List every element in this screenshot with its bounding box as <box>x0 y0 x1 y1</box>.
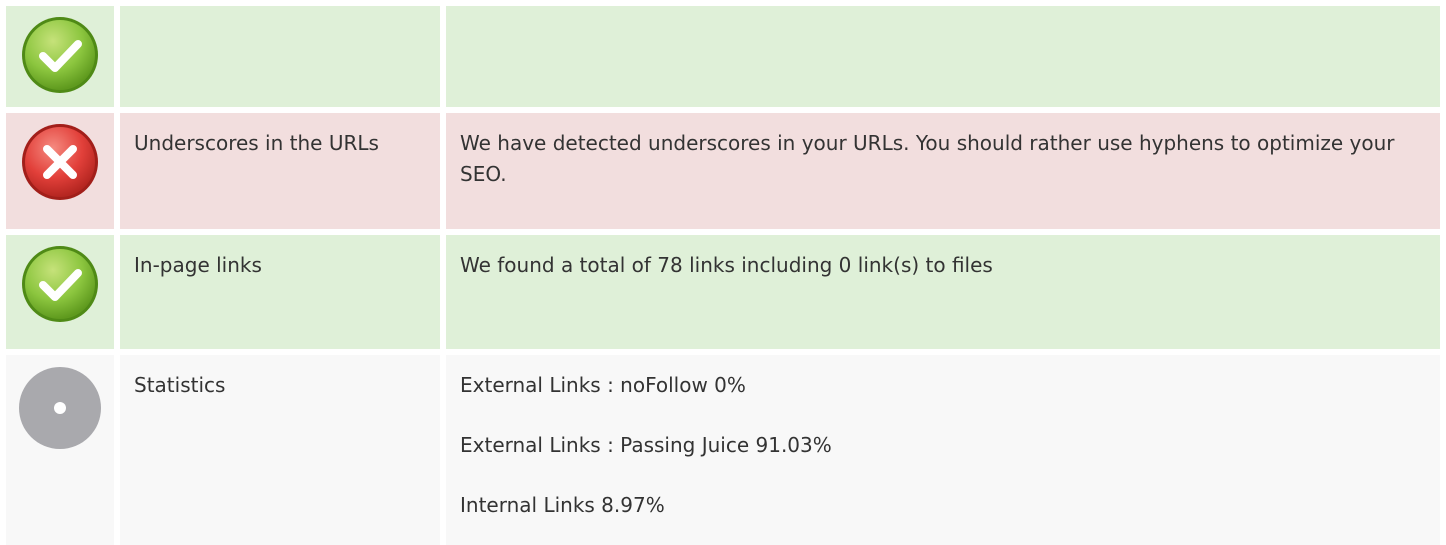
stat-external-passing-juice: External Links : Passing Juice 91.03% <box>460 433 832 457</box>
seo-report-table: Underscores in the URLs We have detected… <box>6 6 1440 545</box>
row-3-value: We found a total of 78 links including 0… <box>446 235 1440 349</box>
row-1-label <box>120 6 440 107</box>
stat-external-nofollow: External Links : noFollow 0% <box>460 373 746 397</box>
cross-icon <box>19 121 101 203</box>
info-dot-icon <box>19 367 101 449</box>
row-3-icon-cell <box>6 235 114 349</box>
row-2-icon-cell <box>6 113 114 229</box>
stat-internal-links: Internal Links 8.97% <box>460 493 665 517</box>
row-2-label: Underscores in the URLs <box>120 113 440 229</box>
row-1-value <box>446 6 1440 107</box>
row-1-icon-cell <box>6 6 114 107</box>
row-2-value: We have detected underscores in your URL… <box>446 113 1440 229</box>
row-4-label: Statistics <box>120 355 440 545</box>
row-4-icon-cell <box>6 355 114 545</box>
check-icon <box>19 14 101 96</box>
check-icon <box>19 243 101 325</box>
row-3-label: In-page links <box>120 235 440 349</box>
row-4-value: External Links : noFollow 0% External Li… <box>446 355 1440 545</box>
